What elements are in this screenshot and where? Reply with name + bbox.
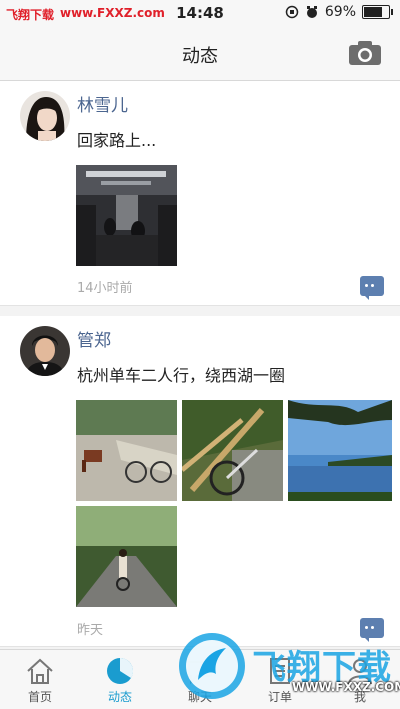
battery-percent: 69% xyxy=(324,4,356,20)
post-text: 回家路上... xyxy=(77,131,157,150)
post-photo[interactable] xyxy=(76,400,177,501)
camera-icon[interactable] xyxy=(348,40,382,66)
comment-icon[interactable] xyxy=(360,618,384,642)
home-icon xyxy=(27,658,53,684)
status-right: 69% xyxy=(285,4,393,20)
post-author[interactable]: 管郑 xyxy=(77,326,111,351)
tab-moments[interactable]: 动态 xyxy=(80,650,160,709)
post-photo[interactable] xyxy=(76,165,177,266)
post-time: 14小时前 xyxy=(77,281,133,296)
watermark-logo-icon xyxy=(179,633,245,699)
comment-icon[interactable] xyxy=(360,276,384,300)
page-title: 动态 xyxy=(182,46,218,67)
post-photo[interactable] xyxy=(76,506,177,607)
pie-icon xyxy=(107,657,134,684)
post-text: 杭州单车二人行，绕西湖一圈 xyxy=(77,366,286,385)
watermark-url-bottom: WWW.FXXZ.COM xyxy=(292,680,400,694)
battery-icon xyxy=(362,5,393,19)
alarm-icon xyxy=(306,6,317,18)
tab-home[interactable]: 首页 xyxy=(0,650,80,709)
post-time: 昨天 xyxy=(77,623,104,638)
tab-label: 动态 xyxy=(107,690,132,704)
post-photo[interactable] xyxy=(288,400,392,501)
avatar[interactable] xyxy=(20,326,70,376)
post-photo[interactable] xyxy=(182,400,283,501)
avatar[interactable] xyxy=(20,91,70,141)
nav-bar: 动态 xyxy=(0,28,400,81)
feed-post: 林雪儿 回家路上... 14小时前 xyxy=(0,81,400,306)
tab-label: 首页 xyxy=(27,690,52,704)
orientation-lock-icon xyxy=(285,5,299,19)
status-bar: 飞翔下载 www.FXXZ.com 14:48 69% xyxy=(0,0,400,28)
feed-post: 管郑 杭州单车二人行，绕西湖一圈 昨天 xyxy=(0,316,400,647)
feed-list[interactable]: 林雪儿 回家路上... 14小时前 管郑 杭州单车二人行，绕西湖一圈 昨天 xyxy=(0,81,400,647)
post-author[interactable]: 林雪儿 xyxy=(77,91,128,116)
